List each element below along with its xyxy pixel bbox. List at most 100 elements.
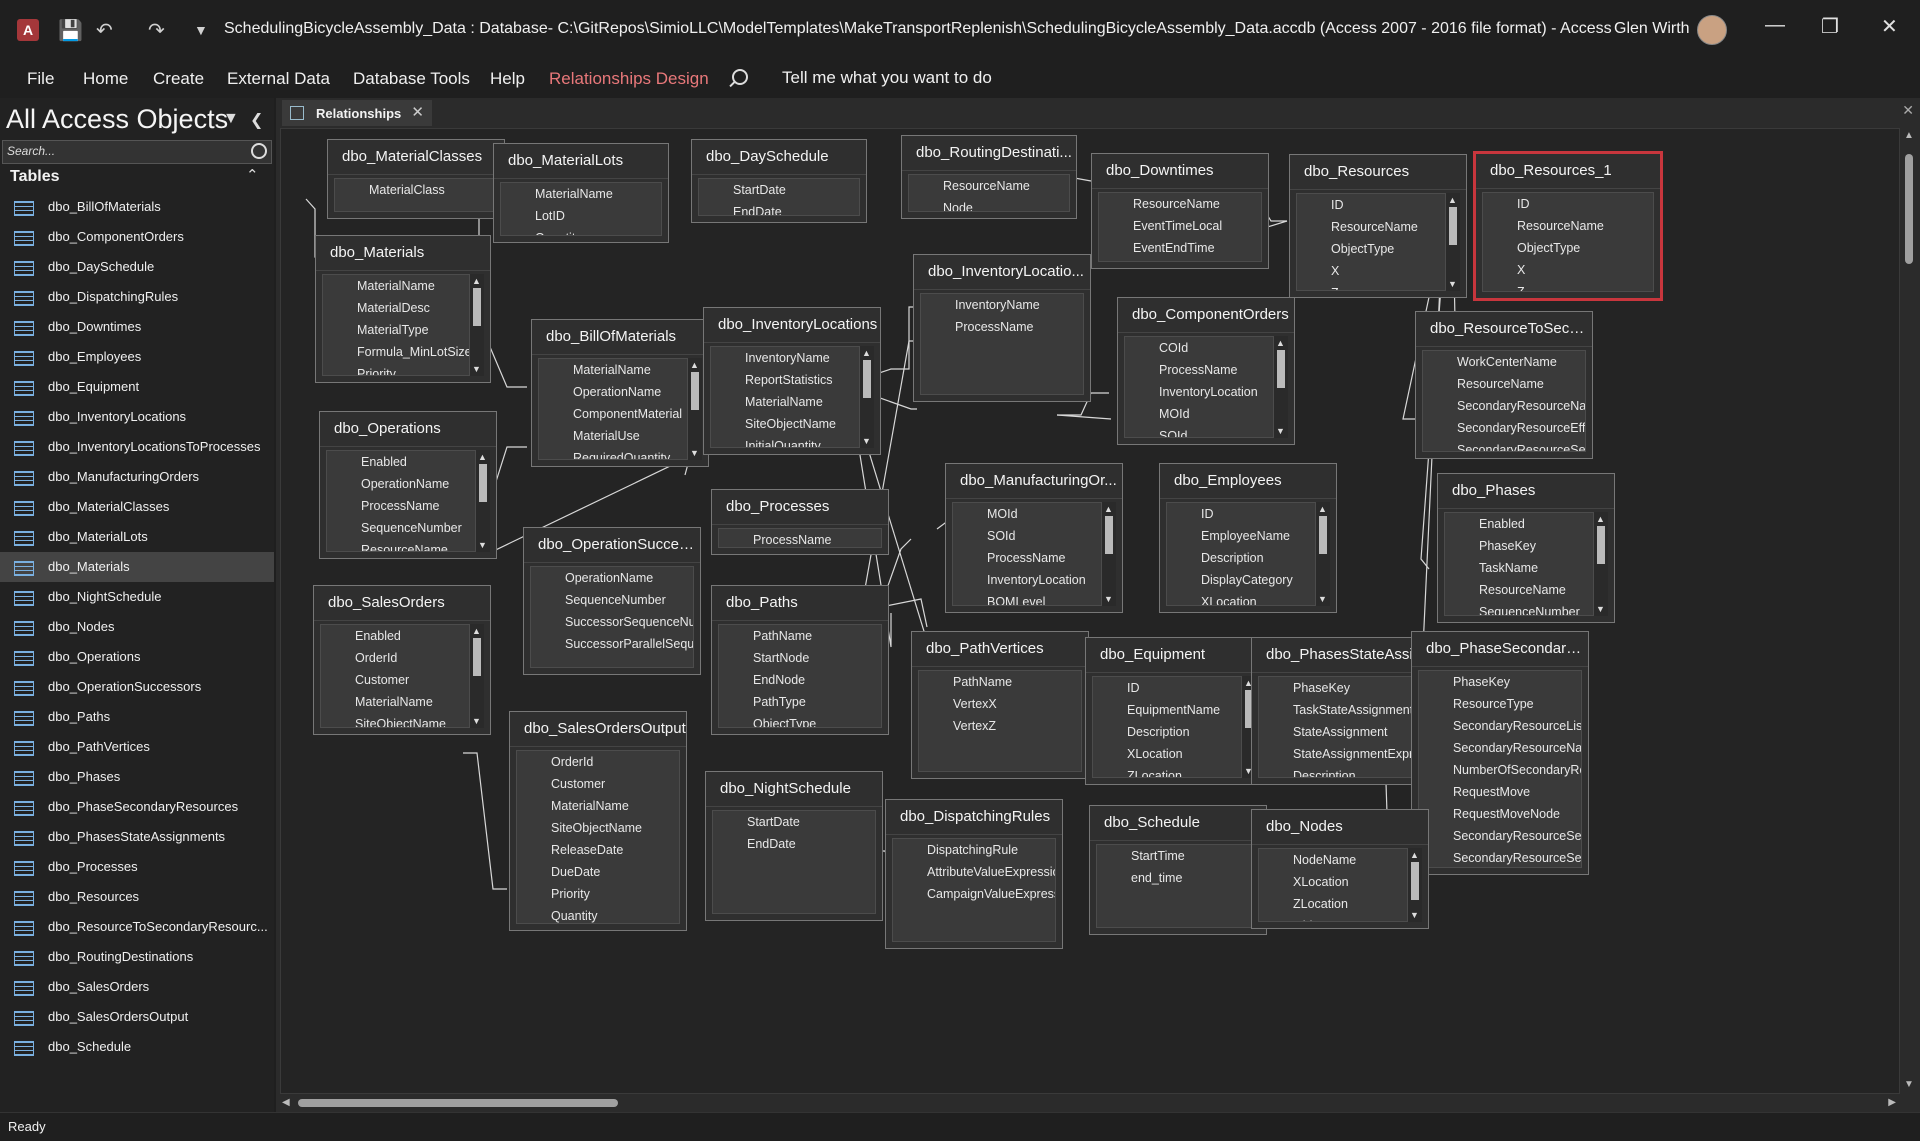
scroll-down-icon[interactable]: ▼ [1276,426,1285,436]
field-item[interactable]: InitialQuantity [711,435,859,447]
field-item[interactable]: EndDate [699,201,859,215]
field-item[interactable]: LotID [501,205,661,227]
scroll-up-icon[interactable]: ▲ [472,626,481,636]
collapse-pane-icon[interactable]: ❮ [250,110,263,130]
chevron-up-icon[interactable]: ⌃ [246,166,259,184]
field-item[interactable]: end_time [1097,867,1259,889]
field-item[interactable]: SuccessorParallelSequence [531,633,693,655]
close-document-icon[interactable]: ✕ [1902,102,1914,119]
table-box-dbo-dayschedule[interactable]: dbo_DaySchedule StartDate EndDate [691,139,867,223]
scroll-thumb[interactable] [473,638,481,676]
field-item[interactable]: RequestMove [1419,781,1581,803]
field-item[interactable]: VertexX [919,693,1081,715]
field-item[interactable]: TaskStateAssignments1 [1259,699,1421,721]
table-box-dbo-operations[interactable]: dbo_Operations Enabled OperationName Proces… [319,411,497,559]
scroll-thumb[interactable] [479,464,487,502]
nav-item-dbo-materials[interactable]: dbo_Materials [0,552,274,582]
field-item[interactable]: XLocation [1259,871,1407,893]
field-item[interactable]: NodeName [1259,849,1407,871]
field-item[interactable]: SecondaryResourceSelection [1419,825,1581,847]
field-list-scrollbar[interactable]: ▲ ▼ [688,358,702,460]
field-item[interactable]: Customer [321,669,469,691]
redo-icon[interactable]: ↷ [148,18,165,43]
scroll-down-icon[interactable]: ▼ [472,716,481,726]
field-item[interactable]: SOId [953,525,1101,547]
table-box-dbo-nodes[interactable]: dbo_NodesNodeNameXLocationZLocationObjec… [1251,809,1429,929]
field-item[interactable]: PhaseKey [1259,677,1421,699]
table-box-dbo-dispatchingrules[interactable]: dbo_DispatchingRules DispatchingRule Attri… [885,799,1063,949]
field-item[interactable]: WorkCenterName [1423,351,1585,373]
table-box-title[interactable]: dbo_Schedule [1090,806,1266,841]
field-item[interactable]: X [1483,259,1653,281]
nav-menu-icon[interactable]: ▼ [223,110,239,128]
table-box-dbo-resourcetosecon[interactable]: dbo_ResourceToSecon... WorkCenterName Reso… [1415,311,1593,459]
field-item[interactable]: MaterialName [517,795,679,817]
table-box-dbo-employees[interactable]: dbo_Employees ID EmployeeName Description Di… [1159,463,1337,613]
nav-item-dbo-operationsuccessors[interactable]: dbo_OperationSuccessors [0,672,274,702]
field-item[interactable]: ResourceName [1297,216,1445,238]
horizontal-scrollbar[interactable]: ◀ ▶ [280,1094,1898,1112]
search-icon[interactable] [251,143,267,159]
scroll-thumb[interactable] [1319,516,1327,554]
field-item[interactable]: OperationName [531,567,693,589]
field-item[interactable]: Quantity [517,905,679,923]
scroll-down-icon[interactable]: ▼ [1104,594,1113,604]
field-item[interactable]: InventoryName [711,347,859,369]
field-item[interactable]: DispatchingRule [893,839,1055,861]
field-item[interactable]: Description [1259,765,1421,777]
field-item[interactable]: ID [1483,193,1653,215]
field-item[interactable]: DueDate [517,861,679,883]
field-list-scrollbar[interactable]: ▲ ▼ [860,346,874,448]
field-item[interactable]: InventoryLocation [1125,381,1273,403]
tab-file[interactable]: File [27,69,54,89]
nav-item-dbo-dayschedule[interactable]: dbo_DaySchedule [0,252,274,282]
field-item[interactable]: StartTime [1097,845,1259,867]
close-icon[interactable]: ✕ [1881,14,1898,39]
scroll-down-icon[interactable]: ▼ [690,448,699,458]
field-item[interactable]: ObjectType [719,713,881,727]
field-item[interactable]: ObjectType [1297,238,1445,260]
nav-item-dbo-phasesstateassignments[interactable]: dbo_PhasesStateAssignments [0,822,274,852]
nav-item-dbo-manufacturingorders[interactable]: dbo_ManufacturingOrders [0,462,274,492]
tab-help[interactable]: Help [490,69,525,89]
field-item[interactable]: OperationName [539,381,687,403]
field-item[interactable]: MaterialName [711,391,859,413]
table-box-title[interactable]: dbo_BillOfMaterials [532,320,708,355]
field-item[interactable]: PhaseKey [1419,671,1581,693]
scroll-up-icon[interactable]: ▲ [1276,338,1285,348]
field-item[interactable]: MaterialUse [539,425,687,447]
tell-me-search[interactable]: Tell me what you want to do [732,68,992,88]
table-box-dbo-manufacturingor[interactable]: dbo_ManufacturingOr... MOId SOId ProcessNam… [945,463,1123,613]
table-box-title[interactable]: dbo_ComponentOrders [1118,298,1294,333]
field-item[interactable]: Enabled [1445,513,1593,535]
table-box-dbo-downtimes[interactable]: dbo_Downtimes ResourceName EventTimeLocal E… [1091,153,1269,269]
field-item[interactable]: ReasonDescription [1099,259,1261,261]
table-box-title[interactable]: dbo_Employees [1160,464,1336,499]
table-box-dbo-processes[interactable]: dbo_Processes ProcessName [711,489,889,555]
field-item[interactable]: Node [909,197,1069,211]
field-item[interactable]: RequestMoveNode [1419,803,1581,825]
field-item[interactable]: ResourceName [1423,373,1585,395]
field-item[interactable]: MOId [1125,403,1273,425]
table-box-title[interactable]: dbo_RoutingDestinati... [902,136,1076,171]
field-item[interactable]: SecondaryResourceList [1419,715,1581,737]
table-box-title[interactable]: dbo_ManufacturingOr... [946,464,1122,499]
table-box-dbo-materialclasses[interactable]: dbo_MaterialClasses MaterialClass [327,139,505,219]
table-box-dbo-materiallots[interactable]: dbo_MaterialLotsMaterialNameLotIDQuantit… [493,143,669,243]
field-item[interactable]: ObjectType [1483,237,1653,259]
field-item[interactable]: InventoryLocation [953,569,1101,591]
field-item[interactable]: XLocation [1167,591,1315,605]
scroll-thumb[interactable] [863,360,871,398]
scroll-thumb[interactable] [298,1099,618,1107]
table-box-dbo-operationsuccess[interactable]: dbo_OperationSuccess... OperationName Sequ… [523,527,701,675]
field-item[interactable]: ResourceName [1445,579,1593,601]
field-item[interactable]: SiteObjectName [517,817,679,839]
nav-item-dbo-downtimes[interactable]: dbo_Downtimes [0,312,274,342]
table-box-dbo-equipment[interactable]: dbo_Equipment ID EquipmentName Description X… [1085,637,1263,785]
field-item[interactable]: PathName [719,625,881,647]
scroll-down-icon[interactable]: ▼ [1596,604,1605,614]
table-box-dbo-inventorylocatio[interactable]: dbo_InventoryLocatio... InventoryName Proc… [913,254,1091,402]
field-item[interactable]: Customer [517,773,679,795]
table-box-dbo-billofmaterials[interactable]: dbo_BillOfMaterials MaterialName Operation… [531,319,709,467]
nav-item-dbo-phasesecondaryresources[interactable]: dbo_PhaseSecondaryResources [0,792,274,822]
